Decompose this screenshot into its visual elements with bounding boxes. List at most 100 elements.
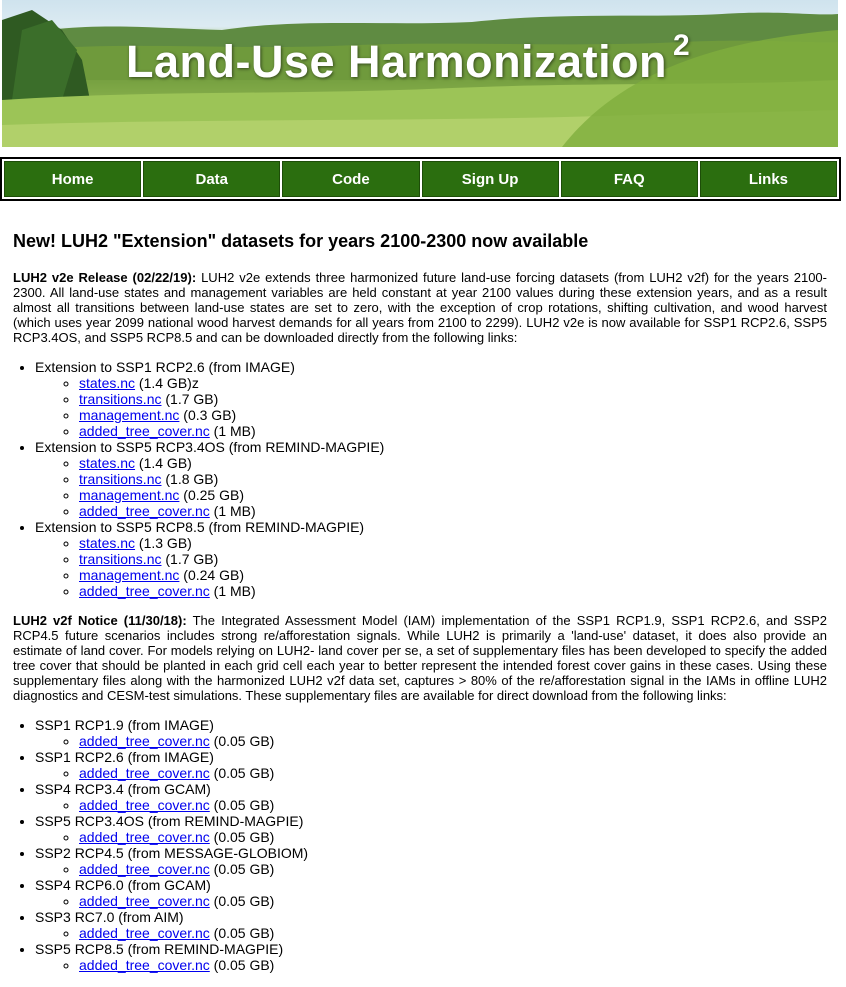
file-list: states.nc (1.4 GB)ztransitions.nc (1.7 G… bbox=[35, 375, 827, 439]
main-content: New! LUH2 "Extension" datasets for years… bbox=[13, 230, 827, 987]
scenario-title: Extension to SSP1 RCP2.6 (from IMAGE) bbox=[35, 359, 295, 375]
nav-faq[interactable]: FAQ bbox=[560, 161, 698, 197]
file-item: added_tree_cover.nc (1 MB) bbox=[79, 423, 827, 439]
file-list: added_tree_cover.nc (0.05 GB) bbox=[35, 893, 827, 909]
site-banner: Land-Use Harmonization 2 bbox=[2, 0, 838, 147]
v2e-label: LUH2 v2e Release (02/22/19): bbox=[13, 270, 197, 285]
file-list: added_tree_cover.nc (0.05 GB) bbox=[35, 957, 827, 973]
file-download-link[interactable]: added_tree_cover.nc bbox=[79, 503, 210, 519]
file-list: added_tree_cover.nc (0.05 GB) bbox=[35, 925, 827, 941]
file-download-link[interactable]: added_tree_cover.nc bbox=[79, 423, 210, 439]
file-size: (0.05 GB) bbox=[209, 733, 275, 749]
file-size: (0.24 GB) bbox=[179, 567, 244, 583]
file-size: (1.3 GB) bbox=[135, 535, 192, 551]
file-item: added_tree_cover.nc (0.05 GB) bbox=[79, 733, 827, 749]
file-download-link[interactable]: added_tree_cover.nc bbox=[79, 797, 210, 813]
file-download-link[interactable]: management.nc bbox=[79, 567, 179, 583]
nav-code[interactable]: Code bbox=[282, 161, 420, 197]
scenario-title: Extension to SSP5 RCP3.4OS (from REMIND-… bbox=[35, 439, 385, 455]
scenario-item: SSP4 RCP3.4 (from GCAM)added_tree_cover.… bbox=[35, 781, 827, 813]
file-item: added_tree_cover.nc (0.05 GB) bbox=[79, 893, 827, 909]
scenario-title: SSP1 RCP1.9 (from IMAGE) bbox=[35, 717, 214, 733]
scenario-item: Extension to SSP1 RCP2.6 (from IMAGE)sta… bbox=[35, 359, 827, 439]
site-title: Land-Use Harmonization 2 bbox=[126, 29, 691, 87]
file-item: added_tree_cover.nc (0.05 GB) bbox=[79, 925, 827, 941]
v2e-download-list: Extension to SSP1 RCP2.6 (from IMAGE)sta… bbox=[13, 359, 827, 599]
scenario-title: SSP1 RCP2.6 (from IMAGE) bbox=[35, 749, 214, 765]
file-size: (1.4 GB) bbox=[135, 455, 192, 471]
file-download-link[interactable]: states.nc bbox=[79, 535, 135, 551]
file-item: added_tree_cover.nc (0.05 GB) bbox=[79, 957, 827, 973]
file-download-link[interactable]: added_tree_cover.nc bbox=[79, 733, 210, 749]
file-download-link[interactable]: states.nc bbox=[79, 375, 135, 391]
file-list: states.nc (1.4 GB)transitions.nc (1.8 GB… bbox=[35, 455, 827, 519]
file-item: transitions.nc (1.7 GB) bbox=[79, 391, 827, 407]
scenario-title: SSP5 RCP3.4OS (from REMIND-MAGPIE) bbox=[35, 813, 304, 829]
main-nav: Home Data Code Sign Up FAQ Links bbox=[0, 157, 841, 201]
file-size: (0.25 GB) bbox=[179, 487, 244, 503]
scenario-item: SSP1 RCP1.9 (from IMAGE)added_tree_cover… bbox=[35, 717, 827, 749]
scenario-title: SSP2 RCP4.5 (from MESSAGE-GLOBIOM) bbox=[35, 845, 309, 861]
file-download-link[interactable]: transitions.nc bbox=[79, 471, 161, 487]
v2f-download-list: SSP1 RCP1.9 (from IMAGE)added_tree_cover… bbox=[13, 717, 827, 973]
file-item: management.nc (0.24 GB) bbox=[79, 567, 827, 583]
file-list: added_tree_cover.nc (0.05 GB) bbox=[35, 861, 827, 877]
file-item: added_tree_cover.nc (0.05 GB) bbox=[79, 861, 827, 877]
nav-home[interactable]: Home bbox=[4, 161, 142, 197]
v2f-notice: LUH2 v2f Notice (11/30/18): The Integrat… bbox=[13, 613, 827, 703]
scenario-item: SSP1 RCP2.6 (from IMAGE)added_tree_cover… bbox=[35, 749, 827, 781]
file-size: (0.3 GB) bbox=[179, 407, 237, 423]
file-size: (1 MB) bbox=[209, 503, 256, 519]
file-size: (0.05 GB) bbox=[209, 861, 275, 877]
file-size: (0.05 GB) bbox=[209, 925, 275, 941]
file-item: added_tree_cover.nc (0.05 GB) bbox=[79, 765, 827, 781]
file-item: added_tree_cover.nc (1 MB) bbox=[79, 583, 827, 599]
file-size: (1.4 GB)z bbox=[135, 375, 199, 391]
file-item: added_tree_cover.nc (0.05 GB) bbox=[79, 829, 827, 845]
file-item: management.nc (0.3 GB) bbox=[79, 407, 827, 423]
v2f-label: LUH2 v2f Notice (11/30/18): bbox=[13, 613, 187, 628]
v2e-notice: LUH2 v2e Release (02/22/19): LUH2 v2e ex… bbox=[13, 270, 827, 345]
file-item: management.nc (0.25 GB) bbox=[79, 487, 827, 503]
scenario-title: SSP5 RCP8.5 (from REMIND-MAGPIE) bbox=[35, 941, 284, 957]
file-download-link[interactable]: added_tree_cover.nc bbox=[79, 583, 210, 599]
file-item: transitions.nc (1.8 GB) bbox=[79, 471, 827, 487]
scenario-item: SSP5 RCP8.5 (from REMIND-MAGPIE)added_tr… bbox=[35, 941, 827, 973]
nav-data[interactable]: Data bbox=[143, 161, 281, 197]
scenario-item: Extension to SSP5 RCP8.5 (from REMIND-MA… bbox=[35, 519, 827, 599]
file-item: added_tree_cover.nc (1 MB) bbox=[79, 503, 827, 519]
file-download-link[interactable]: added_tree_cover.nc bbox=[79, 925, 210, 941]
scenario-item: SSP5 RCP3.4OS (from REMIND-MAGPIE)added_… bbox=[35, 813, 827, 845]
file-item: transitions.nc (1.7 GB) bbox=[79, 551, 827, 567]
file-download-link[interactable]: management.nc bbox=[79, 407, 179, 423]
scenario-item: SSP4 RCP6.0 (from GCAM)added_tree_cover.… bbox=[35, 877, 827, 909]
scenario-item: SSP3 RC7.0 (from AIM)added_tree_cover.nc… bbox=[35, 909, 827, 941]
file-download-link[interactable]: added_tree_cover.nc bbox=[79, 957, 210, 973]
file-download-link[interactable]: added_tree_cover.nc bbox=[79, 861, 210, 877]
file-item: states.nc (1.4 GB) bbox=[79, 455, 827, 471]
scenario-title: SSP4 RCP3.4 (from GCAM) bbox=[35, 781, 211, 797]
file-item: states.nc (1.3 GB) bbox=[79, 535, 827, 551]
file-item: states.nc (1.4 GB)z bbox=[79, 375, 827, 391]
file-download-link[interactable]: added_tree_cover.nc bbox=[79, 829, 210, 845]
file-download-link[interactable]: states.nc bbox=[79, 455, 135, 471]
file-size: (1 MB) bbox=[209, 583, 256, 599]
nav-links[interactable]: Links bbox=[699, 161, 838, 197]
file-size: (1.7 GB) bbox=[161, 391, 219, 407]
file-download-link[interactable]: transitions.nc bbox=[79, 391, 161, 407]
file-list: added_tree_cover.nc (0.05 GB) bbox=[35, 765, 827, 781]
scenario-title: SSP4 RCP6.0 (from GCAM) bbox=[35, 877, 211, 893]
file-download-link[interactable]: added_tree_cover.nc bbox=[79, 765, 210, 781]
file-download-link[interactable]: added_tree_cover.nc bbox=[79, 893, 210, 909]
file-list: added_tree_cover.nc (0.05 GB) bbox=[35, 797, 827, 813]
nav-sign-up[interactable]: Sign Up bbox=[421, 161, 559, 197]
file-size: (0.05 GB) bbox=[209, 829, 275, 845]
file-size: (0.05 GB) bbox=[209, 957, 275, 973]
scenario-item: SSP2 RCP4.5 (from MESSAGE-GLOBIOM)added_… bbox=[35, 845, 827, 877]
file-size: (0.05 GB) bbox=[209, 893, 275, 909]
file-size: (1.7 GB) bbox=[161, 551, 219, 567]
scenario-title: SSP3 RC7.0 (from AIM) bbox=[35, 909, 184, 925]
file-download-link[interactable]: transitions.nc bbox=[79, 551, 161, 567]
file-size: (1 MB) bbox=[209, 423, 256, 439]
file-download-link[interactable]: management.nc bbox=[79, 487, 179, 503]
